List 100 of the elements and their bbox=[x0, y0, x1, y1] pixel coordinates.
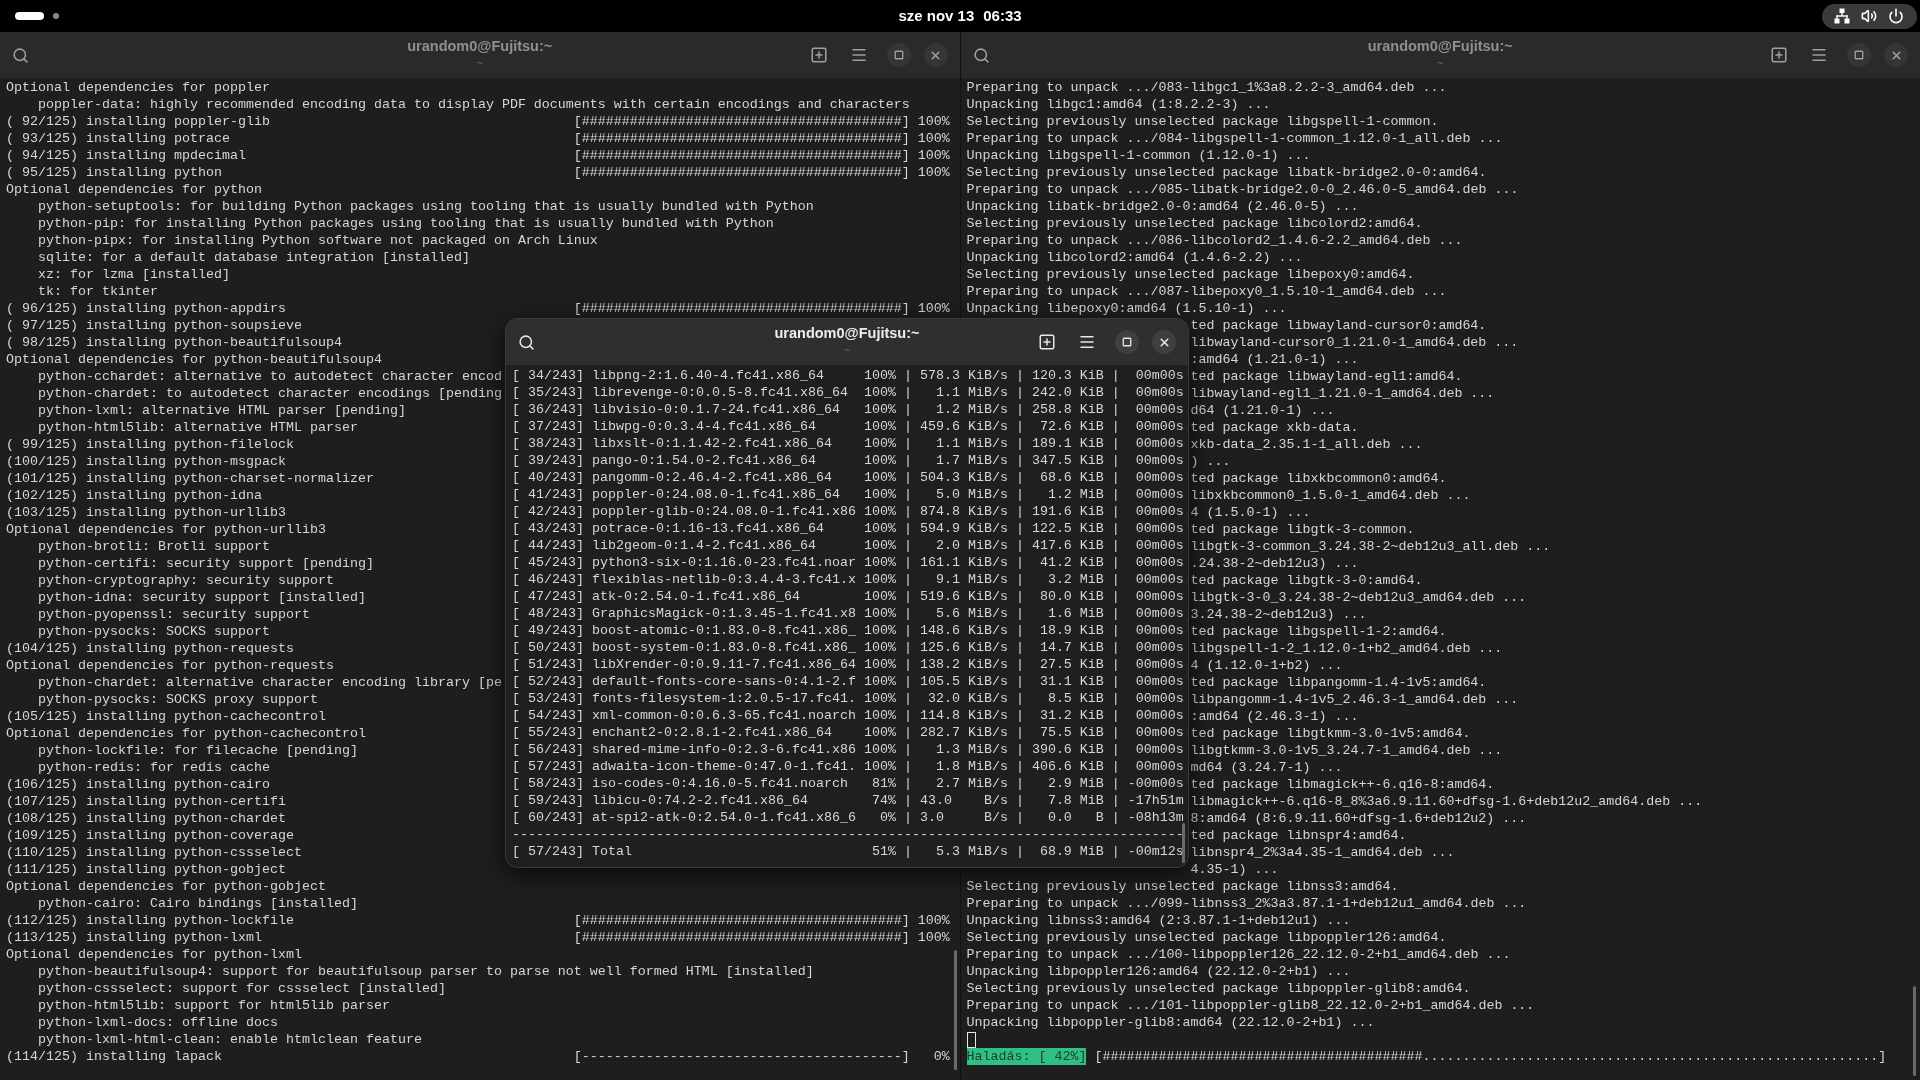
terminal-line: Optional dependencies for python-beautifulsoup4 bbox=[6, 352, 382, 367]
terminal-line: Selecting previously unselected package libgspell-1-common. bbox=[966, 114, 1439, 129]
scrollbar-thumb[interactable] bbox=[1182, 823, 1185, 863]
text-cursor-icon bbox=[966, 1031, 976, 1048]
terminal-line: [ 44/243] lib2geom-0:1.4-2.fc41.x86_64 100% | 2.0 MiB/s | 417.6 KiB | 00m00s bbox=[512, 538, 1184, 553]
terminal-line: ted package libgtk-3-0:amd64. bbox=[1190, 573, 1423, 588]
progress-bar-text: [########################################] bbox=[573, 929, 910, 946]
terminal-line: ted package libmagick++-6.q16-8:amd64. bbox=[1190, 777, 1495, 792]
terminal-line: [ 56/243] shared-mime-info-0:2.3-6.fc41.x86 100% | 1.3 MiB/s | 390.6 KiB | 00m00s bbox=[512, 742, 1184, 757]
progress-percent: 100% bbox=[917, 113, 950, 130]
terminal-line: 4 (1.5.0-1) ... bbox=[1190, 505, 1311, 520]
search-button[interactable] bbox=[518, 333, 535, 351]
scrollbar-thumb[interactable] bbox=[953, 950, 957, 1070]
terminal-line: python-pip: for installing Python packages using tooling that is usually bundled with Python bbox=[38, 216, 774, 231]
terminal-line: Preparing to unpack .../099-libnss3_2%3a3.87.1-1+deb12u1_amd64.deb ... bbox=[966, 896, 1527, 911]
terminal-line: [ 57/243] Total 51% | 5.3 MiB/s | 68.9 MiB | -00m12s bbox=[512, 844, 1184, 859]
terminal-line: md64 (3.24.7-1) ... bbox=[1190, 760, 1343, 775]
progress-percent: 100% bbox=[917, 164, 950, 181]
terminal-line: (101/125) installing python-charset-normalizer bbox=[6, 471, 374, 486]
terminal-line: (111/125) installing python-gobject bbox=[6, 862, 286, 877]
terminal-line: libwayland-cursor0_1.21.0-1_amd64.deb ... bbox=[1190, 335, 1519, 350]
terminal-line: Selecting previously unselected package libpoppler-glib8:amd64. bbox=[966, 981, 1471, 996]
clock-button[interactable]: sze nov 13 06:33 bbox=[898, 6, 1022, 26]
terminal-line: (104/125) installing python-requests bbox=[6, 641, 294, 656]
terminal-line: Selecting previously unselected package libatk-bridge2.0-0:amd64. bbox=[966, 165, 1487, 180]
terminal-line: python-lxml-html-clean: enable htmlclean feature bbox=[38, 1032, 422, 1047]
terminal-line: Preparing to unpack .../101-libpoppler-glib8_22.12.0-2+b1_amd64.deb ... bbox=[966, 998, 1535, 1013]
terminal-line: ( 99/125) installing python-filelock bbox=[6, 437, 294, 452]
terminal-line: .24.38-2~deb12u3) ... bbox=[1190, 556, 1359, 571]
terminal-line: Selecting previously unselected package libnss3:amd64. bbox=[966, 879, 1399, 894]
search-button[interactable] bbox=[972, 46, 990, 64]
search-button[interactable] bbox=[12, 46, 29, 64]
close-button[interactable] bbox=[1884, 43, 1908, 67]
terminal-line: python-setuptools: for building Python packages using tooling that is usually bundled with Python bbox=[38, 199, 814, 214]
terminal-line: [ 47/243] atk-0:2.54.0-1.fc41.x86_64 100% | 519.6 KiB/s | 80.0 KiB | 00m00s bbox=[512, 589, 1184, 604]
terminal-line: [ 59/243] libicu-0:74.2-2.fc41.x86_64 74% | 43.0 B/s | 7.8 MiB | -17h51m bbox=[512, 793, 1184, 808]
terminal-line: ted package libgtkmm-3.0-1v5:amd64. bbox=[1190, 726, 1471, 741]
progress-percent: 100% bbox=[917, 130, 950, 147]
terminal-line: [ 54/243] xml-common-0:0.6.3-65.fc41.noarch 100% | 114.8 KiB/s | 31.2 KiB | 00m00s bbox=[512, 708, 1184, 723]
new-tab-button[interactable] bbox=[1770, 46, 1788, 64]
close-button[interactable] bbox=[923, 43, 948, 67]
progress-bar-text: [----------------------------------------] bbox=[573, 1048, 910, 1065]
terminal-line: Optional dependencies for python-urllib3 bbox=[6, 522, 326, 537]
maximize-icon bbox=[1122, 337, 1132, 347]
terminal-line: python-pysocks: SOCKS proxy support bbox=[38, 692, 318, 707]
terminal-line: :amd64 (2.46.3-1) ... bbox=[1190, 709, 1359, 724]
terminal-line: d64 (1.21.0-1) ... bbox=[1190, 403, 1335, 418]
maximize-button[interactable] bbox=[1115, 330, 1139, 354]
terminal-line: Unpacking libcolord2:amd64 (1.4.6-2.2) ... bbox=[966, 250, 1303, 265]
terminal-line: xkb-data_2.35.1-1_all.deb ... bbox=[1190, 437, 1423, 452]
terminal-line: (102/125) installing python-idna bbox=[6, 488, 262, 503]
terminal-line: Unpacking libnss3:amd64 (2:3.87.1-1+deb12u1) ... bbox=[966, 913, 1351, 928]
new-tab-icon bbox=[1038, 333, 1056, 351]
terminal-line: Optional dependencies for python-requests bbox=[6, 658, 334, 673]
terminal-line: libgtk-3-0_3.24.38-2~deb12u3_amd64.deb ... bbox=[1190, 590, 1527, 605]
terminal-line: Optional dependencies for poppler bbox=[6, 80, 270, 95]
terminal-line: Optional dependencies for python-cachecontrol bbox=[6, 726, 366, 741]
terminal-line: [ 55/243] enchant2-0:2.8.1-2.fc41.x86_64 100% | 282.7 KiB/s | 75.5 KiB | 00m00s bbox=[512, 725, 1184, 740]
terminal-line: [ 52/243] default-fonts-core-sans-0:4.1-2.f 100% | 105.5 KiB/s | 31.1 KiB | 00m00s bbox=[512, 674, 1184, 689]
terminal-line: :amd64 (1.21.0-1) ... bbox=[1190, 352, 1359, 367]
terminal-line: [ 45/243] python3-six-0:1.16.0-23.fc41.noar 100% | 161.1 KiB/s | 41.2 KiB | 00m00s bbox=[512, 555, 1184, 570]
close-button[interactable] bbox=[1152, 330, 1176, 354]
scrollbar-thumb[interactable] bbox=[1913, 986, 1916, 1076]
maximize-icon bbox=[893, 50, 904, 60]
new-tab-button[interactable] bbox=[809, 46, 828, 64]
menu-icon bbox=[849, 46, 868, 64]
terminal-line: python-cchardet: alternative to autodetect character encod bbox=[38, 369, 502, 384]
menu-button[interactable] bbox=[1078, 333, 1096, 351]
menu-button[interactable] bbox=[1810, 46, 1828, 64]
terminal-line: ( 94/125) installing mpdecimal bbox=[6, 147, 246, 164]
maximize-button[interactable] bbox=[1847, 43, 1871, 67]
terminal-line: libxkbcommon0_1.5.0-1_amd64.deb ... bbox=[1190, 488, 1471, 503]
terminal-line: sqlite: for a default database integration [installed] bbox=[38, 250, 470, 265]
terminal-line: Selecting previously unselected package libepoxy0:amd64. bbox=[966, 267, 1415, 282]
terminal-line: ( 95/125) installing python bbox=[6, 164, 222, 181]
terminal-line: 3.24.38-2~deb12u3) ... bbox=[1190, 607, 1367, 622]
progress-bar-text: [########################################] bbox=[573, 113, 910, 130]
terminal-line: Preparing to unpack .../100-libpoppler126_22.12.0-2+b1_amd64.deb ... bbox=[966, 947, 1511, 962]
maximize-icon bbox=[1854, 50, 1864, 60]
terminal-line: ( 97/125) installing python-soupsieve bbox=[6, 318, 302, 333]
terminal-line: Preparing to unpack .../086-libcolord2_1.4.6-2.2_amd64.deb ... bbox=[966, 233, 1463, 248]
system-menu-button[interactable] bbox=[1822, 3, 1917, 29]
terminal-line: tk: for tkinter bbox=[38, 284, 158, 299]
terminal-line: (113/125) installing python-lxml bbox=[6, 929, 262, 946]
terminal-line: (108/125) installing python-chardet bbox=[6, 811, 286, 826]
terminal-line: python-beautifulsoup4: support for beautifulsoup parser to parse not well formed HTML [installed] bbox=[38, 964, 814, 979]
menu-button[interactable] bbox=[849, 46, 868, 64]
terminal-line: python-cairo: Cairo bindings [installed] bbox=[38, 896, 358, 911]
maximize-button[interactable] bbox=[886, 43, 911, 67]
new-tab-icon bbox=[809, 46, 828, 64]
terminal-line: ------------------------------------------------------------------------------------ bbox=[512, 827, 1184, 842]
terminal-line: [ 34/243] libpng-2:1.6.40-4.fc41.x86_64 100% | 578.3 KiB/s | 120.3 KiB | 00m00s bbox=[512, 368, 1184, 383]
new-tab-icon bbox=[1770, 46, 1788, 64]
terminal-line: [ 38/243] libxslt-0:1.1.42-2.fc41.x86_64 100% | 1.1 MiB/s | 189.1 KiB | 00m00s bbox=[512, 436, 1184, 451]
window-title: urandom0@Fujitsu:~ bbox=[1367, 38, 1513, 55]
terminal-line: python-html5lib: support for html5lib parser bbox=[38, 998, 390, 1013]
progress-percent: 100% bbox=[917, 929, 950, 946]
terminal-line: Unpacking libpoppler-glib8:amd64 (22.12.0-2+b1) ... bbox=[966, 1015, 1375, 1030]
terminal-line: ted package xkb-data. bbox=[1190, 420, 1359, 435]
terminal-line: libpangomm-1.4-1v5_2.46.3-1_amd64.deb ... bbox=[1190, 692, 1519, 707]
